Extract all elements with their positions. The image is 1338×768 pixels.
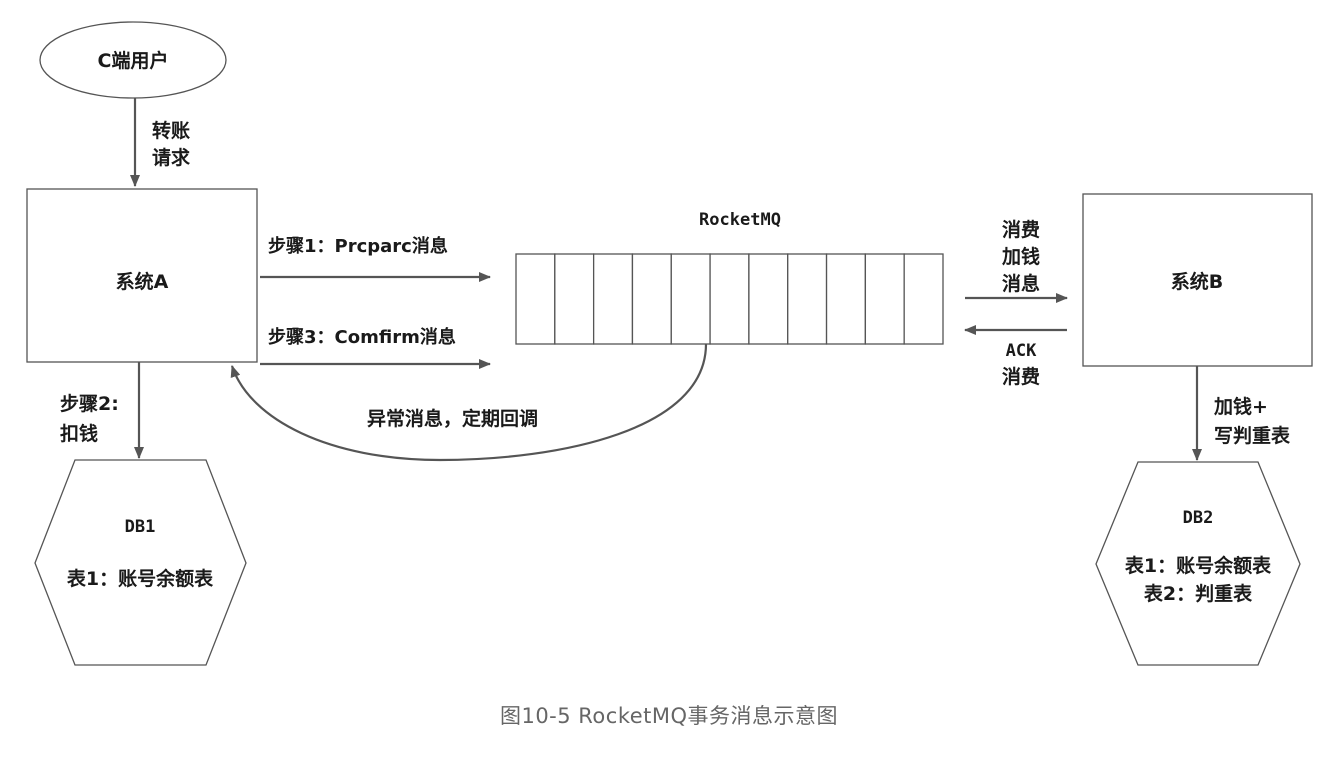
queue-slot (554, 253, 595, 345)
consume-label-3: 消息 (1002, 272, 1040, 295)
ack-label-2: 消费 (1002, 365, 1040, 388)
transfer-request-label-2: 请求 (152, 146, 191, 169)
user-label: C端用户 (98, 49, 169, 72)
db1-title: DB1 (125, 517, 156, 537)
queue-slot (709, 253, 750, 345)
add-money-label-2: 写判重表 (1214, 424, 1291, 447)
queue-slot (631, 253, 672, 345)
consume-label-1: 消费 (1002, 218, 1040, 241)
queue-slot (670, 253, 711, 345)
system-a-label: 系统A (116, 270, 169, 293)
queue-slot (748, 253, 789, 345)
queue-slot (903, 253, 944, 345)
queue-slot (825, 253, 867, 345)
rocketmq-label: RocketMQ (699, 210, 781, 230)
queue-slot (592, 253, 634, 345)
callback-arrow (230, 343, 708, 462)
db2-title: DB2 (1183, 508, 1214, 528)
step2-label-1: 步骤2: (60, 393, 119, 415)
db2-line1: 表1：账号余额表 (1125, 554, 1272, 577)
db2-line2: 表2：判重表 (1144, 582, 1253, 605)
rocketmq-transaction-diagram: C端用户 转账 请求 系统A 步骤1：Prcparc消息 步骤3：Comfirm… (26, 21, 1313, 666)
step1-label: 步骤1：Prcparc消息 (268, 235, 448, 257)
transfer-request-label-1: 转账 (152, 119, 190, 142)
callback-label: 异常消息，定期回调 (367, 407, 538, 430)
queue-slot (787, 253, 828, 345)
db1-line1: 表1：账号余额表 (67, 567, 214, 590)
queue-slot (515, 253, 556, 345)
add-money-label-1: 加钱+ (1213, 395, 1268, 418)
figure-caption: 图10-5 RocketMQ事务消息示意图 (499, 704, 839, 728)
rocketmq-queue (515, 253, 944, 345)
queue-slot (864, 253, 905, 345)
db1-node (34, 459, 247, 666)
step2-label-2: 扣钱 (60, 422, 98, 445)
consume-label-2: 加钱 (1001, 245, 1040, 268)
system-b-label: 系统B (1171, 270, 1223, 293)
step3-label: 步骤3：Comfirm消息 (268, 326, 456, 348)
ack-label-1: ACK (1006, 341, 1037, 361)
